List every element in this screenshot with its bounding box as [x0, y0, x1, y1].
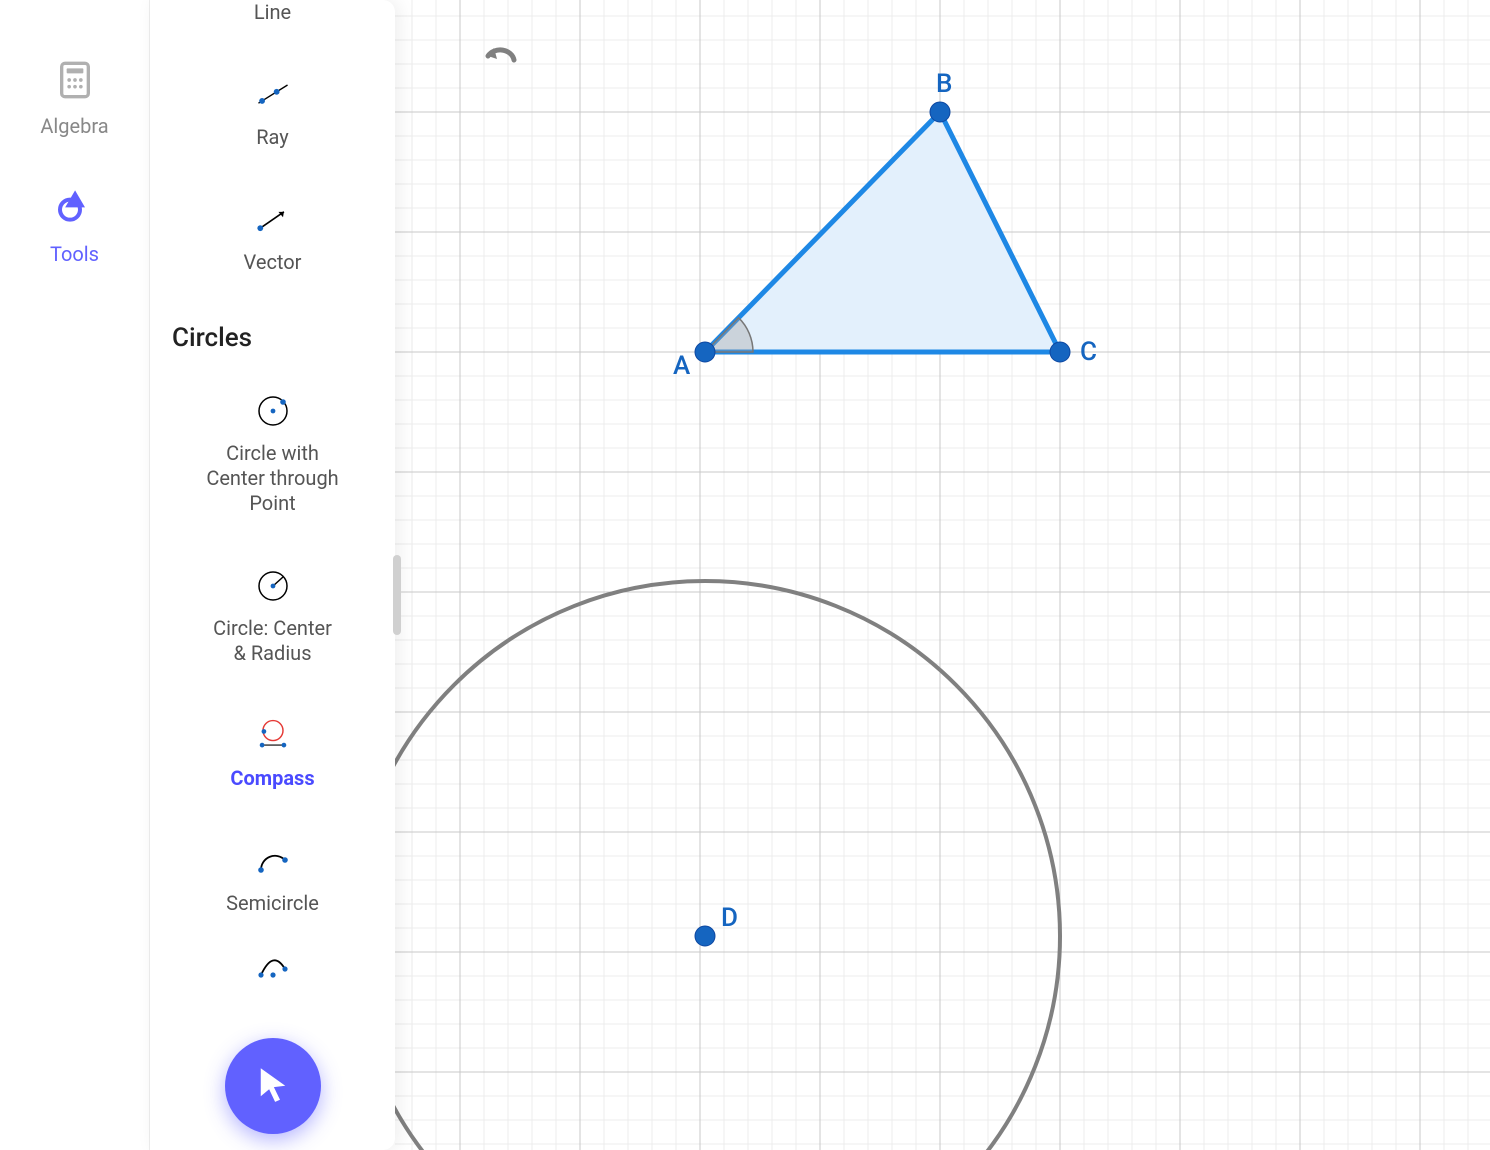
tool-arc[interactable]	[162, 946, 383, 1016]
tool-ray-label: Ray	[256, 125, 289, 150]
label-d: D	[721, 903, 738, 933]
label-b: B	[936, 69, 952, 99]
tool-line[interactable]: Line	[162, 0, 383, 55]
tool-circle-radius[interactable]: Circle: Center& Radius	[162, 546, 383, 696]
circle-through-icon	[253, 391, 293, 431]
vector-icon	[253, 200, 293, 240]
tool-compass[interactable]: Compass	[162, 696, 383, 821]
circle-radius-icon	[253, 566, 293, 606]
section-circles: Circles	[162, 305, 383, 371]
tool-line-label: Line	[254, 0, 291, 25]
tool-panel: Line Ray Vector Circles Circle withCente…	[150, 0, 395, 1150]
nav-rail: Algebra Tools	[0, 0, 150, 1150]
tool-circle-through-label: Circle withCenter throughPoint	[206, 441, 338, 516]
tool-scroll[interactable]: Line Ray Vector Circles Circle withCente…	[162, 0, 383, 1150]
calculator-icon	[55, 60, 95, 104]
cursor-icon	[252, 1063, 294, 1109]
tool-semicircle-label: Semicircle	[226, 891, 319, 916]
label-a: A	[673, 351, 691, 381]
shapes-icon	[55, 188, 95, 232]
point-c[interactable]	[1050, 342, 1070, 362]
undo-icon	[480, 40, 520, 74]
tool-circle-through[interactable]: Circle withCenter throughPoint	[162, 371, 383, 546]
nav-tools[interactable]: Tools	[50, 188, 99, 266]
tool-vector[interactable]: Vector	[162, 180, 383, 305]
nav-tools-label: Tools	[50, 242, 99, 266]
point-d[interactable]	[695, 926, 715, 946]
point-a[interactable]	[695, 342, 715, 362]
undo-button[interactable]	[480, 40, 520, 78]
tool-circle-radius-label: Circle: Center& Radius	[213, 616, 332, 666]
compass-icon	[253, 716, 293, 756]
arc-icon	[253, 946, 293, 986]
nav-algebra[interactable]: Algebra	[40, 60, 108, 138]
semicircle-icon	[253, 841, 293, 881]
tool-compass-label: Compass	[230, 766, 314, 791]
point-b[interactable]	[930, 102, 950, 122]
compass-circle[interactable]	[395, 581, 1060, 1150]
scroll-thumb[interactable]	[393, 555, 401, 635]
tool-ray[interactable]: Ray	[162, 55, 383, 180]
move-fab[interactable]	[225, 1038, 321, 1134]
ray-icon	[253, 75, 293, 115]
tool-vector-label: Vector	[244, 250, 302, 275]
tool-semicircle[interactable]: Semicircle	[162, 821, 383, 946]
nav-algebra-label: Algebra	[40, 114, 108, 138]
canvas-svg[interactable]: A B C D	[395, 0, 1490, 1150]
label-c: C	[1080, 337, 1097, 367]
canvas[interactable]: A B C D	[395, 0, 1490, 1150]
